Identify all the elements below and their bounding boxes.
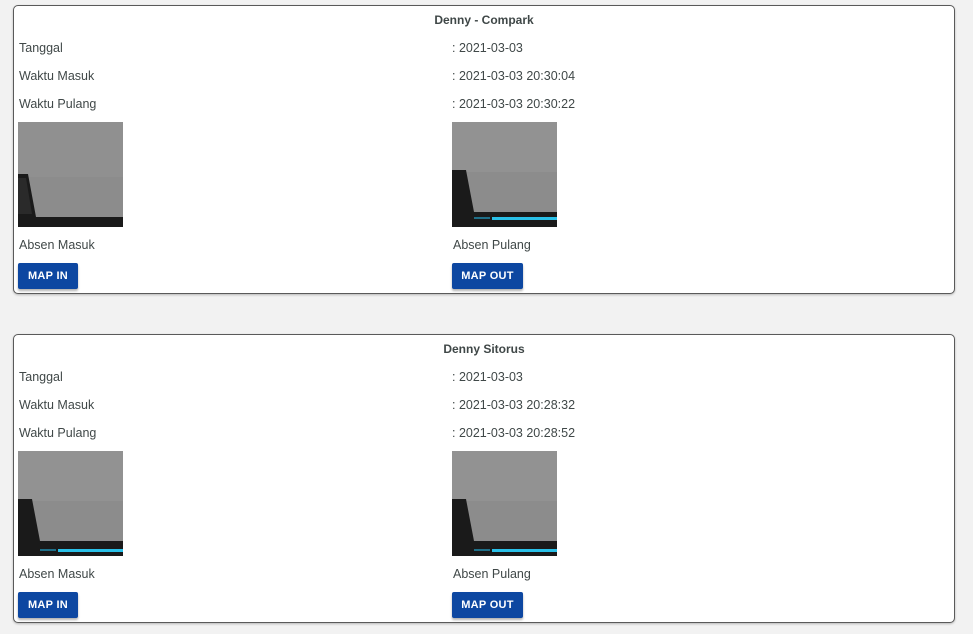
- check-in-time-label: Waktu Masuk: [19, 398, 95, 412]
- check-in-photo: [18, 122, 123, 227]
- map-in-button[interactable]: MAP IN: [18, 592, 78, 618]
- attendance-card: Denny Sitorus Tanggal : 2021-03-03 Waktu…: [13, 334, 955, 623]
- check-in-time-value: : 2021-03-03 20:28:32: [452, 398, 576, 412]
- card-title: Denny Sitorus: [443, 342, 525, 356]
- date-value: : 2021-03-03: [452, 370, 523, 384]
- check-out-photo: [452, 122, 557, 227]
- date-label: Tanggal: [19, 370, 63, 384]
- check-out-photo: [452, 451, 557, 556]
- map-in-button[interactable]: MAP IN: [18, 263, 78, 289]
- map-out-button[interactable]: MAP OUT: [452, 263, 523, 289]
- attendance-card: Denny - Compark Tanggal : 2021-03-03 Wak…: [13, 5, 955, 294]
- date-label: Tanggal: [19, 41, 63, 55]
- check-in-photo: [18, 451, 123, 556]
- check-out-photo-caption: Absen Pulang: [453, 238, 531, 252]
- date-value: : 2021-03-03: [452, 41, 523, 55]
- check-in-time-label: Waktu Masuk: [19, 69, 95, 83]
- check-out-photo-caption: Absen Pulang: [453, 567, 531, 581]
- check-out-time-label: Waktu Pulang: [19, 97, 97, 111]
- check-in-time-value: : 2021-03-03 20:30:04: [452, 69, 576, 83]
- check-out-time-value: : 2021-03-03 20:28:52: [452, 426, 576, 440]
- check-out-time-value: : 2021-03-03 20:30:22: [452, 97, 576, 111]
- map-out-button[interactable]: MAP OUT: [452, 592, 523, 618]
- check-in-photo-caption: Absen Masuk: [19, 567, 95, 581]
- check-out-time-label: Waktu Pulang: [19, 426, 97, 440]
- card-title: Denny - Compark: [434, 13, 534, 27]
- check-in-photo-caption: Absen Masuk: [19, 238, 95, 252]
